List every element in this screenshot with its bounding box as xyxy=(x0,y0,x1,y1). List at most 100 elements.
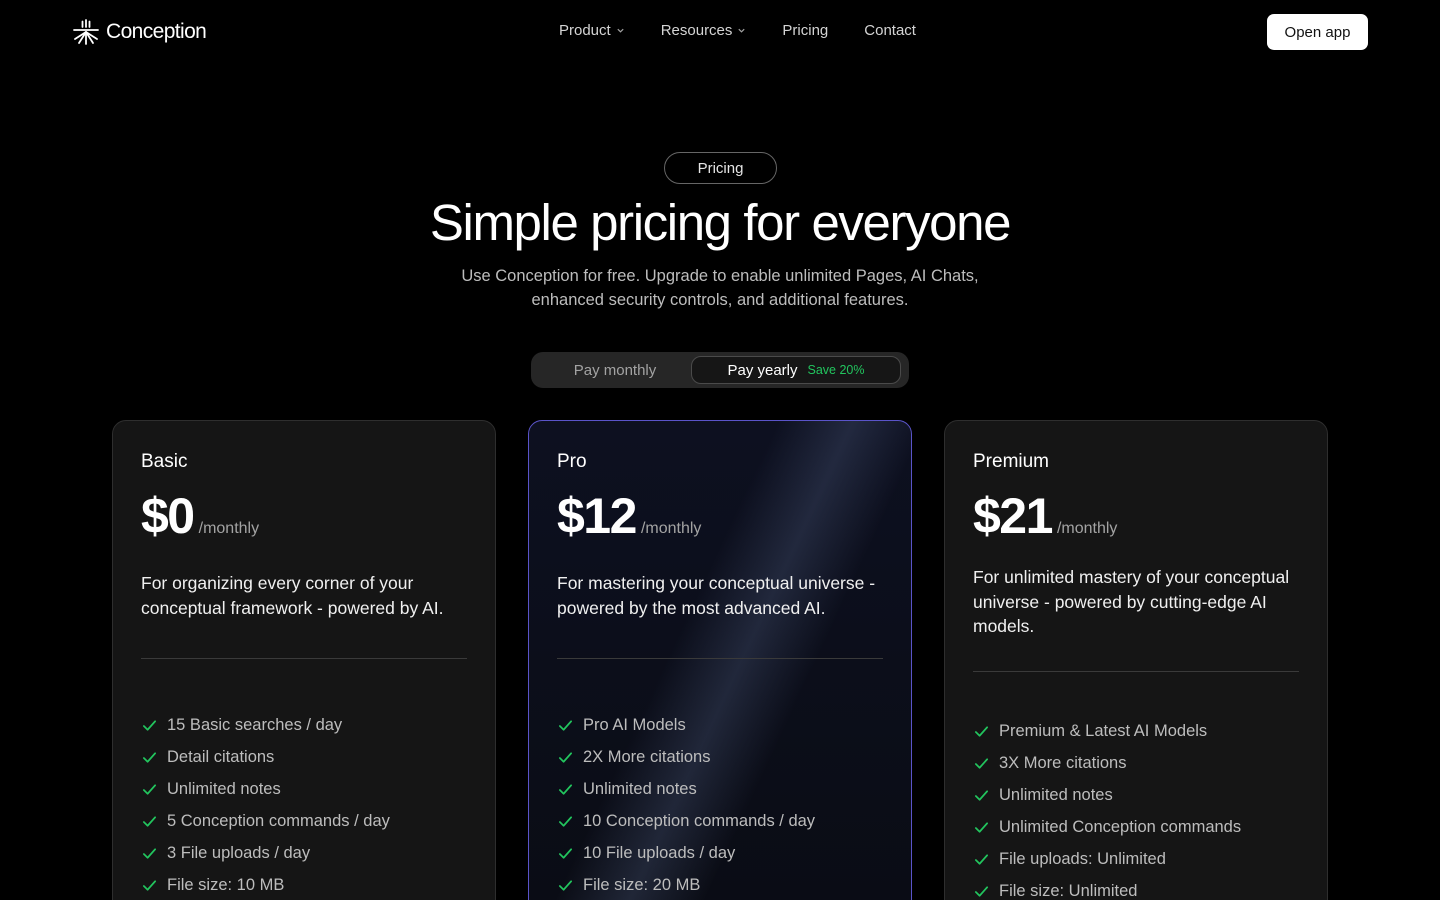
feature-text: File size: 20 MB xyxy=(583,875,701,894)
feature-item: Premium & Latest AI Models xyxy=(973,715,1241,747)
plan-period: /monthly xyxy=(640,520,702,537)
page-subtitle: Use Conception for free. Upgrade to enab… xyxy=(461,267,979,309)
billing-toggle: Pay monthly Pay yearly Save 20% xyxy=(531,352,909,388)
section-badge: Pricing xyxy=(664,152,777,184)
feature-item: Unlimited notes xyxy=(973,779,1241,811)
check-icon xyxy=(974,821,989,833)
plan-name: Basic xyxy=(141,451,188,472)
plan-price: $0 xyxy=(141,488,195,544)
feature-text: File size: 10 MB xyxy=(167,875,285,894)
divider xyxy=(973,671,1299,672)
feature-text: 3X More citations xyxy=(999,753,1127,772)
price-row: $0 /monthly xyxy=(141,487,259,545)
feature-text: 5 Conception commands / day xyxy=(167,811,390,830)
check-icon xyxy=(558,815,573,827)
feature-item: 2X More citations xyxy=(557,741,815,773)
plan-description: For organizing every corner of your conc… xyxy=(141,573,444,618)
brand-logo[interactable]: Conception xyxy=(72,18,207,46)
feature-item: Pro AI Models xyxy=(557,709,815,741)
nav-item-product[interactable]: Product xyxy=(559,22,625,39)
plan-period: /monthly xyxy=(198,520,260,537)
feature-item: File size: 10 MB xyxy=(141,869,390,900)
plan-price: $21 xyxy=(973,488,1053,544)
feature-text: 10 Conception commands / day xyxy=(583,811,816,830)
check-icon xyxy=(974,853,989,865)
nav-item-resources[interactable]: Resources xyxy=(661,22,747,39)
feature-text: Unlimited notes xyxy=(999,785,1113,804)
feature-item: 3X More citations xyxy=(973,747,1241,779)
nav-item-pricing[interactable]: Pricing xyxy=(782,22,828,39)
nav-links: Product Resources Pricing Contact xyxy=(559,22,916,39)
plan-name: Premium xyxy=(973,451,1050,472)
chevron-down-icon xyxy=(738,28,746,33)
feature-list: 15 Basic searches / day Detail citations… xyxy=(141,709,390,900)
feature-text: 15 Basic searches / day xyxy=(167,715,343,734)
plan-name: Pro xyxy=(557,451,587,472)
pay-monthly-option[interactable]: Pay monthly xyxy=(531,352,699,388)
feature-item: 10 File uploads / day xyxy=(557,837,815,869)
feature-item: 5 Conception commands / day xyxy=(141,805,390,837)
check-icon xyxy=(558,751,573,763)
brand-name: Conception xyxy=(106,20,207,43)
feature-text: 10 File uploads / day xyxy=(583,843,736,862)
feature-list: Pro AI Models 2X More citations Unlimite… xyxy=(557,709,815,900)
nav-item-label: Pricing xyxy=(782,22,829,39)
top-nav: Conception Product Resources Pricing Con… xyxy=(0,0,1440,64)
feature-item: File size: 20 MB xyxy=(557,869,815,900)
feature-item: File size: Unlimited xyxy=(973,875,1241,900)
check-icon xyxy=(974,885,989,897)
divider xyxy=(141,658,467,659)
feature-text: Pro AI Models xyxy=(583,715,686,734)
feature-item: 10 Conception commands / day xyxy=(557,805,815,837)
feature-text: Premium & Latest AI Models xyxy=(999,721,1208,740)
feature-text: Detail citations xyxy=(167,747,275,766)
open-app-button[interactable]: Open app xyxy=(1267,14,1368,50)
feature-text: File uploads: Unlimited xyxy=(999,849,1166,868)
feature-item: Unlimited Conception commands xyxy=(973,811,1241,843)
nav-item-label: Contact xyxy=(864,22,916,39)
check-icon xyxy=(142,815,157,827)
check-icon xyxy=(974,725,989,737)
check-icon xyxy=(142,719,157,731)
feature-list: Premium & Latest AI Models 3X More citat… xyxy=(973,715,1241,900)
plan-price: $12 xyxy=(557,488,637,544)
chevron-down-icon xyxy=(617,28,624,33)
pay-yearly-label: Pay yearly xyxy=(727,361,798,379)
feature-item: 3 File uploads / day xyxy=(141,837,390,869)
check-icon xyxy=(142,879,157,891)
feature-item: 15 Basic searches / day xyxy=(141,709,390,741)
feature-text: Unlimited Conception commands xyxy=(999,817,1242,836)
check-icon xyxy=(142,751,157,763)
feature-item: Unlimited notes xyxy=(557,773,815,805)
price-row: $12 /monthly xyxy=(557,487,701,545)
feature-text: Unlimited notes xyxy=(583,779,697,798)
feature-item: Detail citations xyxy=(141,741,390,773)
nav-item-contact[interactable]: Contact xyxy=(864,22,916,39)
plan-period: /monthly xyxy=(1056,520,1118,537)
page-title: Simple pricing for everyone xyxy=(429,194,1012,251)
pay-yearly-option[interactable]: Pay yearly Save 20% xyxy=(691,356,901,384)
plan-card-premium: Premium $21 /monthly For unlimited maste… xyxy=(944,420,1328,900)
plan-card-basic: Basic $0 /monthly For organizing every c… xyxy=(112,420,496,900)
plan-description: For unlimited mastery of your conceptual… xyxy=(973,567,1290,636)
nav-item-label: Resources xyxy=(660,22,733,39)
check-icon xyxy=(974,757,989,769)
divider xyxy=(557,658,883,659)
plan-card-pro: Pro $12 /monthly For mastering your conc… xyxy=(528,420,912,900)
feature-item: File uploads: Unlimited xyxy=(973,843,1241,875)
feature-text: 3 File uploads / day xyxy=(167,843,311,862)
feature-item: Unlimited notes xyxy=(141,773,390,805)
check-icon xyxy=(974,789,989,801)
check-icon xyxy=(558,783,573,795)
nav-item-label: Product xyxy=(559,22,611,39)
check-icon xyxy=(142,847,157,859)
check-icon xyxy=(142,783,157,795)
feature-text: File size: Unlimited xyxy=(999,881,1138,900)
check-icon xyxy=(558,719,573,731)
feature-text: 2X More citations xyxy=(583,747,711,766)
feature-text: Unlimited notes xyxy=(167,779,281,798)
check-icon xyxy=(558,879,573,891)
price-row: $21 /monthly xyxy=(973,487,1117,545)
save-badge: Save 20% xyxy=(807,363,865,377)
plan-description: For mastering your conceptual universe -… xyxy=(557,573,876,618)
